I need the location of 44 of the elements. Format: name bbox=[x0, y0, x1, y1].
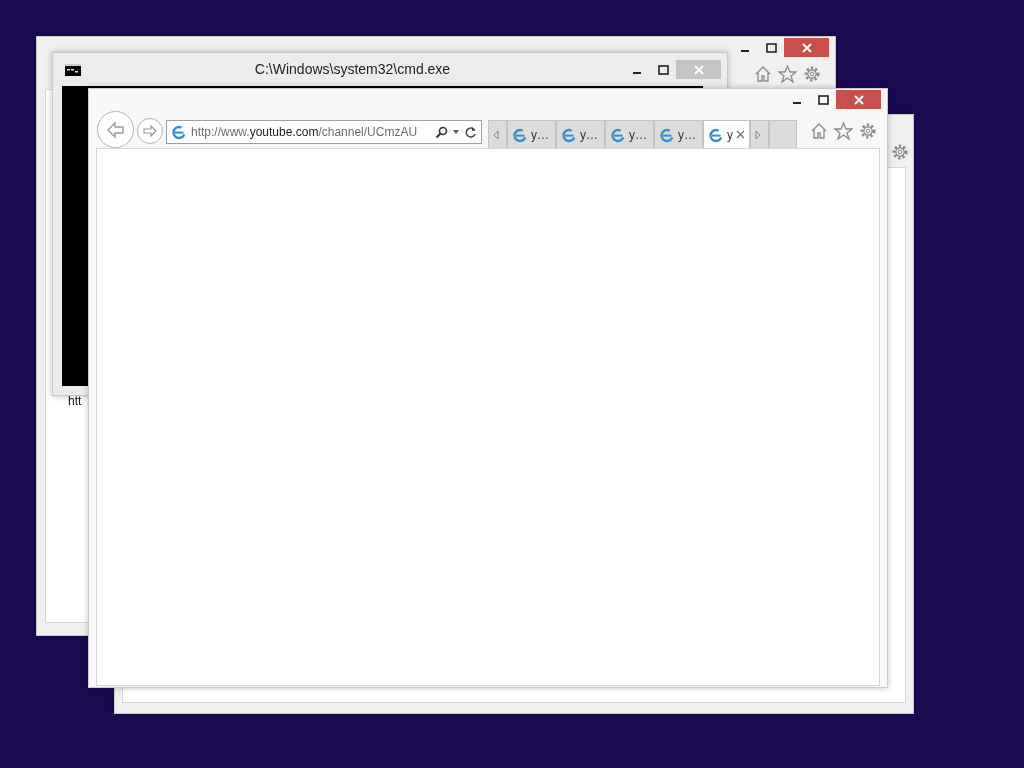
close-icon bbox=[693, 64, 704, 75]
tab[interactable]: y… bbox=[507, 120, 556, 148]
close-button[interactable] bbox=[836, 90, 881, 109]
close-icon bbox=[853, 94, 864, 105]
close-icon[interactable] bbox=[736, 130, 745, 139]
maximize-icon bbox=[765, 42, 777, 53]
search-icon[interactable] bbox=[435, 125, 448, 139]
refresh-icon[interactable] bbox=[464, 125, 477, 139]
address-bar[interactable]: http://www.youtube.com/channel/UCmzAU bbox=[166, 120, 482, 144]
star-icon[interactable] bbox=[834, 122, 853, 140]
browser-icon bbox=[659, 126, 675, 143]
settings-icon[interactable] bbox=[803, 65, 821, 83]
left-arrow-icon bbox=[493, 129, 499, 140]
minimize-icon bbox=[793, 102, 801, 104]
forward-button[interactable] bbox=[137, 118, 163, 144]
minimize-icon bbox=[633, 72, 641, 74]
tab[interactable]: y… bbox=[605, 120, 654, 148]
url-text: http://www.youtube.com/channel/UCmzAU bbox=[191, 124, 419, 141]
browser-icon bbox=[171, 124, 187, 140]
maximize-icon bbox=[817, 94, 829, 105]
back-button[interactable] bbox=[97, 111, 134, 148]
star-icon[interactable] bbox=[778, 65, 797, 83]
settings-icon[interactable] bbox=[891, 143, 909, 161]
tab[interactable]: y… bbox=[654, 120, 703, 148]
back-arrow-icon bbox=[104, 118, 127, 141]
close-button[interactable] bbox=[784, 38, 829, 57]
home-icon[interactable] bbox=[810, 122, 828, 140]
browser-icon bbox=[512, 126, 528, 143]
minimize-icon bbox=[741, 50, 749, 52]
window-title: C:\Windows\system32\cmd.exe bbox=[253, 60, 452, 79]
tab[interactable]: y… bbox=[556, 120, 605, 148]
maximize-icon bbox=[657, 64, 669, 75]
page-text: htt bbox=[68, 393, 82, 410]
tab[interactable]: y bbox=[703, 120, 750, 148]
forward-arrow-icon bbox=[142, 123, 158, 139]
right-arrow-icon bbox=[755, 129, 761, 140]
browser-icon bbox=[561, 126, 577, 143]
console-icon bbox=[65, 63, 81, 76]
settings-icon[interactable] bbox=[859, 122, 877, 140]
home-icon[interactable] bbox=[754, 65, 772, 83]
caret-icon[interactable] bbox=[452, 129, 460, 135]
browser-icon bbox=[708, 126, 724, 143]
close-icon bbox=[801, 42, 812, 53]
browser-icon bbox=[610, 126, 626, 143]
